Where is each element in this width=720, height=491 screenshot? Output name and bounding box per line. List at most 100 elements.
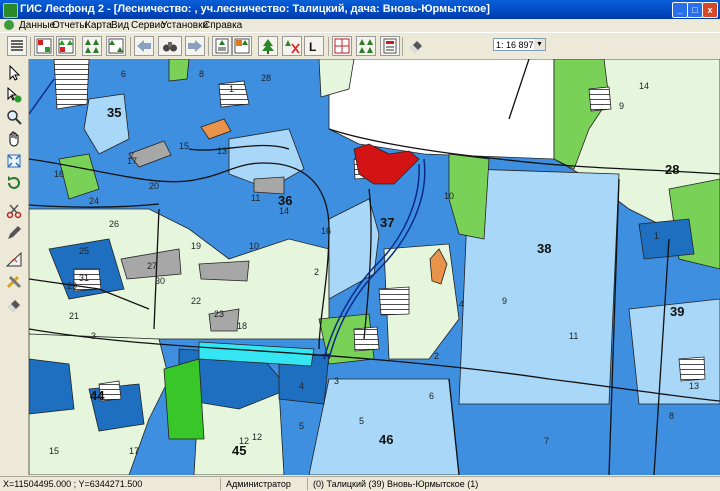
plot-label: 8 bbox=[199, 69, 204, 79]
plot-label: 14 bbox=[279, 206, 289, 216]
plot-label: 18 bbox=[237, 321, 247, 331]
plot-label: 27 bbox=[147, 261, 157, 271]
menu-bar: Данные Отчеты Карта Вид Сервис Установки… bbox=[0, 19, 720, 32]
plot-label: 11 bbox=[569, 331, 578, 341]
plot-label: 10 bbox=[444, 191, 454, 201]
plot-label: 29 bbox=[67, 281, 77, 291]
title-bar: ГИС Лесфонд 2 - [Лесничество: , уч.лесни… bbox=[0, 0, 720, 19]
quarter-label-46: 46 bbox=[379, 432, 393, 447]
tool-palette bbox=[0, 59, 29, 475]
plot-label: 22 bbox=[191, 296, 201, 306]
plot-label: 17 bbox=[129, 446, 139, 456]
plot-label: 30 bbox=[155, 276, 165, 286]
plot-label: 9 bbox=[502, 296, 507, 306]
plot-label: 15 bbox=[49, 446, 59, 456]
forest-plots-icon[interactable] bbox=[56, 36, 76, 56]
plots-list-icon[interactable] bbox=[212, 36, 232, 56]
tree-table-icon[interactable] bbox=[106, 36, 126, 56]
plot-label: 23 bbox=[214, 309, 224, 319]
tools-icon[interactable] bbox=[4, 271, 24, 291]
menu-data[interactable]: Данные bbox=[19, 19, 55, 32]
plot-label: 13 bbox=[689, 381, 699, 391]
plot-label: 7 bbox=[544, 436, 549, 446]
user-name: Администратор bbox=[223, 478, 308, 490]
chevron-down-icon[interactable]: ▼ bbox=[534, 39, 545, 50]
plot-label: 1 bbox=[229, 84, 234, 94]
menu-settings[interactable]: Установки bbox=[161, 19, 208, 32]
taxation-icon[interactable] bbox=[232, 36, 252, 56]
map-canvas[interactable]: 35 36 37 38 28 39 44 45 46 6 8 7 17 16 25 24 20… bbox=[29, 59, 720, 475]
plot-label: 5 bbox=[299, 421, 304, 431]
status-bar: X=11504495.000 ; Y=6344271.500 Администр… bbox=[0, 476, 720, 491]
plot-label: 6 bbox=[429, 391, 434, 401]
plot-label: 10 bbox=[249, 241, 259, 251]
measure-icon[interactable] bbox=[4, 249, 24, 269]
minimize-button[interactable]: _ bbox=[672, 2, 688, 18]
plot-label: 31 bbox=[79, 273, 89, 283]
plot-label: 2 bbox=[434, 351, 439, 361]
quarter-label-28: 28 bbox=[665, 162, 679, 177]
plot-label: 12 bbox=[239, 436, 249, 446]
plot-label: 9 bbox=[619, 101, 624, 111]
plot-label: 13 bbox=[217, 146, 227, 156]
plot-label: 15 bbox=[179, 141, 189, 151]
tree-icon[interactable] bbox=[258, 36, 278, 56]
plot-label: 11 bbox=[251, 193, 260, 203]
svg-text:L: L bbox=[309, 40, 316, 54]
report-icon[interactable] bbox=[380, 36, 400, 56]
line-tool-icon[interactable]: L bbox=[304, 36, 324, 56]
eraser-tool-icon[interactable] bbox=[4, 295, 24, 315]
plot-label: 21 bbox=[69, 311, 79, 321]
plot-label: 20 bbox=[149, 181, 159, 191]
close-button[interactable]: x bbox=[702, 2, 718, 18]
quarter-label-44: 44 bbox=[90, 388, 105, 403]
menu-reports[interactable]: Отчеты bbox=[52, 19, 87, 32]
tree-grid-icon[interactable] bbox=[82, 36, 102, 56]
quarter-label-38: 38 bbox=[537, 241, 551, 256]
back-arrow-icon[interactable] bbox=[134, 36, 154, 56]
plot-label: 4 bbox=[299, 381, 304, 391]
list-icon[interactable] bbox=[7, 36, 27, 56]
scale-value: 1: 16 897 bbox=[496, 40, 534, 50]
binoculars-icon[interactable] bbox=[158, 36, 182, 56]
plot-label: 26 bbox=[109, 219, 119, 229]
document-icon[interactable] bbox=[4, 20, 14, 30]
forest-table-icon[interactable] bbox=[34, 36, 54, 56]
pen-icon[interactable] bbox=[4, 223, 24, 243]
location-info: (0) Талицкий (39) Вновь-Юрмытское (1) bbox=[313, 479, 479, 489]
hand-pan-icon[interactable] bbox=[4, 129, 24, 149]
refresh-icon[interactable] bbox=[4, 173, 24, 193]
tree-grid-2-icon[interactable] bbox=[356, 36, 376, 56]
quarter-grid-icon[interactable] bbox=[332, 36, 352, 56]
menu-help[interactable]: Справка bbox=[203, 19, 242, 32]
plot-label: 8 bbox=[669, 411, 674, 421]
full-extent-icon[interactable] bbox=[4, 151, 24, 171]
zoom-icon[interactable] bbox=[4, 107, 24, 127]
quarter-label-39: 39 bbox=[670, 304, 684, 319]
plot-label: 24 bbox=[89, 196, 99, 206]
plot-label: 3 bbox=[91, 331, 96, 341]
plot-label: 16 bbox=[321, 226, 331, 236]
plot-label: 2 bbox=[314, 267, 319, 277]
scale-select[interactable]: 1: 16 897 ▼ bbox=[493, 38, 546, 51]
app-icon bbox=[3, 3, 18, 18]
cut-trees-icon[interactable] bbox=[282, 36, 302, 56]
plot-label: 5 bbox=[359, 416, 364, 426]
menu-map[interactable]: Карта bbox=[85, 19, 112, 32]
quarter-label-37: 37 bbox=[380, 215, 394, 230]
menu-view[interactable]: Вид bbox=[111, 19, 129, 32]
scissors-icon[interactable] bbox=[4, 201, 24, 221]
plot-label: 4 bbox=[459, 299, 464, 309]
main-toolbar: L bbox=[0, 32, 720, 61]
plot-label: 17 bbox=[127, 156, 137, 166]
coords-readout: X=11504495.000 ; Y=6344271.500 bbox=[0, 478, 221, 490]
plot-label: 14 bbox=[639, 81, 649, 91]
pointer-icon[interactable] bbox=[4, 63, 24, 83]
eraser-icon[interactable] bbox=[406, 36, 426, 56]
forward-arrow-icon[interactable] bbox=[185, 36, 205, 56]
quarter-label-35: 35 bbox=[107, 105, 121, 120]
plot-label: 16 bbox=[54, 169, 64, 179]
maximize-button[interactable]: □ bbox=[687, 2, 703, 18]
plot-label: 1 bbox=[654, 231, 659, 241]
info-pointer-icon[interactable] bbox=[4, 85, 24, 105]
